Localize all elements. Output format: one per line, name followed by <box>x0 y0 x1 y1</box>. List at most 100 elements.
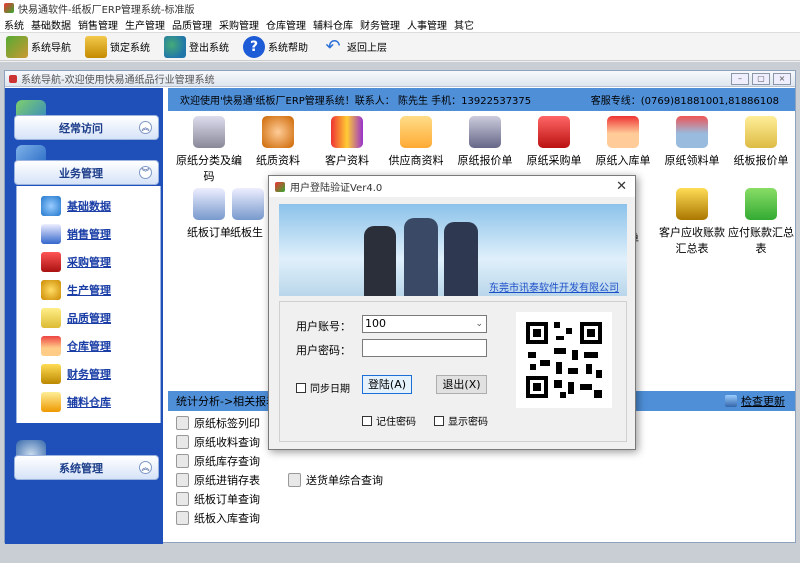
account-select[interactable]: 100 ⌄ <box>362 315 487 333</box>
group-system[interactable]: 系统管理 ︽ <box>14 455 159 480</box>
menu-warehouse[interactable]: 仓库管理 <box>266 17 306 32</box>
module-paper-inbound[interactable]: 原纸入库单 <box>586 116 660 168</box>
collapse-icon[interactable]: ︽ <box>139 461 152 474</box>
show-password-checkbox[interactable]: 显示密码 <box>434 413 488 428</box>
report-item[interactable]: 纸板订单查询 <box>176 491 260 507</box>
menu-purchase[interactable]: 采购管理 <box>219 17 259 32</box>
checkbox-icon <box>362 415 372 426</box>
module-board-production[interactable]: 纸板生 <box>230 188 270 240</box>
report-icon <box>176 416 189 430</box>
collapse-icon[interactable]: ︽ <box>139 121 152 134</box>
cart-icon <box>538 116 570 148</box>
report-item[interactable]: 送货单综合查询 <box>288 472 383 488</box>
report-item[interactable]: 原纸收料查询 <box>176 434 260 450</box>
report-icon <box>176 454 189 468</box>
gears-icon <box>262 116 294 148</box>
restore-button[interactable]: ▢ <box>752 73 770 85</box>
password-input[interactable] <box>362 339 487 357</box>
coins-icon <box>676 188 708 220</box>
account-label: 用户账号： <box>296 320 351 333</box>
nav-button[interactable]: 系统导航 <box>6 35 71 58</box>
document-icon <box>745 116 777 148</box>
app-logo-icon <box>4 3 14 13</box>
banner-photo: 东莞市讯泰软件开发有限公司 <box>279 204 627 296</box>
menu-other[interactable]: 其它 <box>454 17 474 32</box>
menu-system[interactable]: 系统 <box>4 17 24 32</box>
folders-icon <box>331 116 363 148</box>
report-item[interactable]: 原纸标签列印 <box>176 415 260 431</box>
menu-aux-warehouse[interactable]: 辅料仓库 <box>313 17 353 32</box>
module-paper-category[interactable]: 原纸分类及编码 <box>172 116 246 184</box>
warehouse-icon <box>676 116 708 148</box>
help-button[interactable]: ? 系统帮助 <box>243 35 308 58</box>
module-paper-quote[interactable]: 原纸报价单 <box>448 116 522 168</box>
window-icon <box>9 74 17 83</box>
report-icon <box>176 492 189 506</box>
module-paper-purchase[interactable]: 原纸采购单 <box>517 116 591 168</box>
close-button[interactable]: × <box>773 73 791 85</box>
module-board-quote[interactable]: 纸板报价单 <box>724 116 798 168</box>
sidebar-item-finance[interactable]: 财务管理 <box>41 364 111 384</box>
toolbar: 系统导航 锁定系统 登出系统 ? 系统帮助 ↶ 返回上层 <box>0 33 800 61</box>
folder-check-icon <box>41 308 61 328</box>
module-receivable-summary[interactable]: 客户应收账款汇总表 <box>655 188 729 256</box>
module-supplier[interactable]: 供应商资料 <box>379 116 453 168</box>
sidebar-item-aux-warehouse[interactable]: 辅料仓库 <box>41 392 111 412</box>
pen-doc-icon <box>193 188 225 220</box>
report-icon <box>176 435 189 449</box>
report-item[interactable]: 原纸进销存表 <box>176 472 260 488</box>
sidebar-item-purchase[interactable]: 采购管理 <box>41 252 111 272</box>
sidebar-item-quality[interactable]: 品质管理 <box>41 308 111 328</box>
expand-icon[interactable]: ︾ <box>139 166 152 179</box>
sidebar-item-sales[interactable]: 销售管理 <box>41 224 111 244</box>
checkbox-icon <box>434 415 444 426</box>
logout-button[interactable]: 登出系统 <box>164 35 229 58</box>
nav-window-title: 系统导航-欢迎使用快易通纸品行业管理系统 <box>21 75 215 86</box>
update-icon <box>725 395 737 407</box>
report-icon <box>288 473 301 487</box>
person-figure <box>404 218 438 296</box>
sync-date-checkbox[interactable]: 同步日期 <box>296 380 350 395</box>
chevron-down-icon: ⌄ <box>475 319 483 329</box>
check-update-link[interactable]: 检查更新 <box>725 393 785 409</box>
sidebar-item-warehouse[interactable]: 仓库管理 <box>41 336 111 356</box>
menu-quality[interactable]: 品质管理 <box>172 17 212 32</box>
module-paper-quality[interactable]: 纸质资料 <box>241 116 315 168</box>
menu-bar: 系统 基础数据 销售管理 生产管理 品质管理 采购管理 仓库管理 辅料仓库 财务… <box>0 16 800 33</box>
checklist-icon <box>41 224 61 244</box>
app-title: 快易通软件-纸板厂ERP管理系统-标准版 <box>18 4 195 16</box>
report-item[interactable]: 原纸库存查询 <box>176 453 260 469</box>
login-dialog-title: 用户登陆验证Ver4.0 <box>290 183 383 194</box>
module-payable-summary[interactable]: 应付账款汇总表 <box>724 188 798 256</box>
back-button[interactable]: ↶ 返回上层 <box>322 36 387 58</box>
login-form: 用户账号： 100 ⌄ 用户密码： 同步日期 登陆(A) 退出(X) 记住密码 显… <box>279 301 627 442</box>
house-icon <box>41 336 61 356</box>
doc-icon <box>232 188 264 220</box>
sidebar-item-basic-data[interactable]: 基础数据 <box>41 196 111 216</box>
house-icon <box>607 116 639 148</box>
menu-finance[interactable]: 财务管理 <box>360 17 400 32</box>
group-business[interactable]: 业务管理 ︾ <box>14 160 159 185</box>
menu-hr[interactable]: 人事管理 <box>407 17 447 32</box>
module-paper-requisition[interactable]: 原纸领料单 <box>655 116 729 168</box>
cog-icon <box>41 280 61 300</box>
menu-production[interactable]: 生产管理 <box>125 17 165 32</box>
minimize-button[interactable]: – <box>731 73 749 85</box>
group-frequent[interactable]: 经常访问 ︽ <box>14 115 159 140</box>
remember-password-checkbox[interactable]: 记住密码 <box>362 413 416 428</box>
checkbox-icon <box>296 382 306 393</box>
menu-basic-data[interactable]: 基础数据 <box>31 17 71 32</box>
gear-icon <box>41 196 61 216</box>
app-title-bar: 快易通软件-纸板厂ERP管理系统-标准版 <box>0 0 800 16</box>
user-folder-icon <box>400 116 432 148</box>
lock-button[interactable]: 锁定系统 <box>85 35 150 58</box>
close-icon[interactable]: ✕ <box>616 179 627 194</box>
menu-sales[interactable]: 销售管理 <box>78 17 118 32</box>
login-button[interactable]: 登陆(A) <box>362 375 412 394</box>
company-link[interactable]: 东莞市讯泰软件开发有限公司 <box>489 279 619 294</box>
report-item[interactable]: 纸板入库查询 <box>176 510 260 526</box>
database-icon <box>193 116 225 148</box>
sidebar-item-production[interactable]: 生产管理 <box>41 280 111 300</box>
module-customer[interactable]: 客户资料 <box>310 116 384 168</box>
exit-button[interactable]: 退出(X) <box>436 375 487 394</box>
